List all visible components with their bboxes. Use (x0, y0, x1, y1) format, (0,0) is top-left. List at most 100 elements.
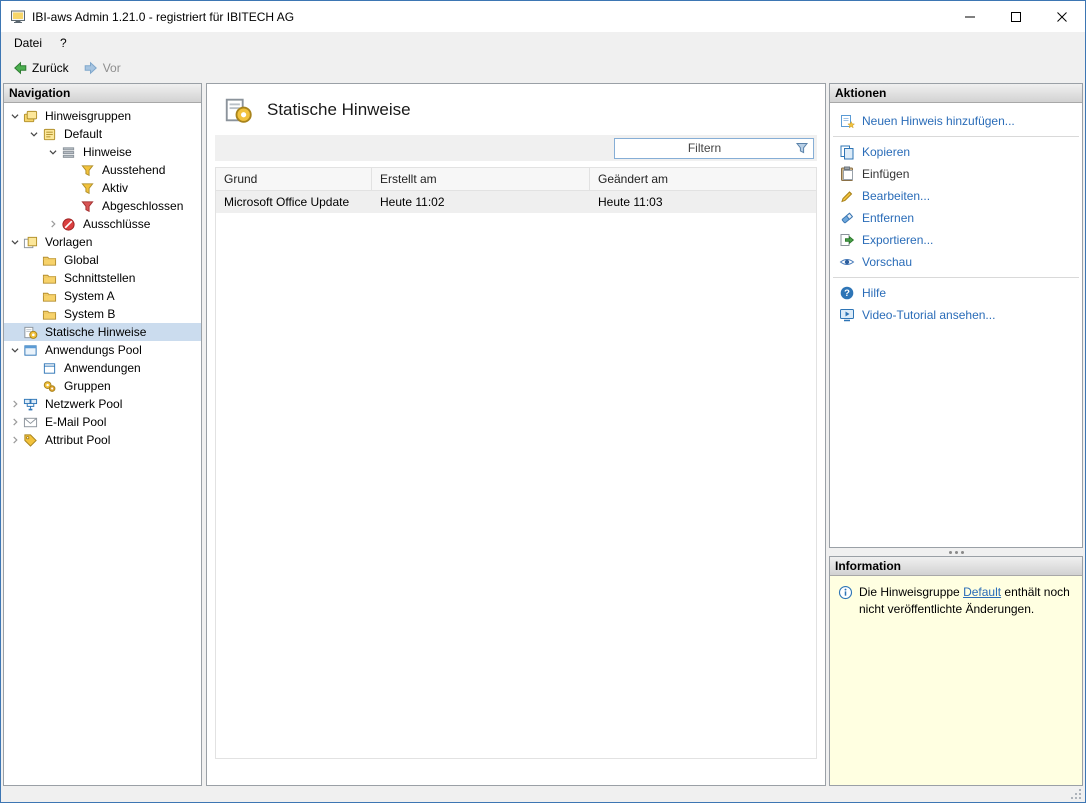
resize-grip-icon[interactable] (1070, 788, 1082, 800)
twisty-spacer (65, 163, 79, 177)
chevron-down-icon[interactable] (8, 109, 22, 123)
tree-item-global[interactable]: Global (4, 251, 201, 269)
tree-item-hinweisgruppen[interactable]: Hinweisgruppen (4, 107, 201, 125)
tree-item-label: Aktiv (99, 181, 131, 195)
tree-item-label: Hinweisgruppen (42, 109, 134, 123)
filter-box (614, 138, 814, 159)
table-row[interactable]: Microsoft Office UpdateHeute 11:02Heute … (216, 191, 816, 213)
tree-item-system-a[interactable]: System A (4, 287, 201, 305)
action-label: Einfügen (862, 167, 909, 181)
tree-item-ausschlusse[interactable]: Ausschlüsse (4, 215, 201, 233)
minimize-button[interactable] (947, 1, 993, 32)
action-vorschau[interactable]: Vorschau (830, 251, 1082, 273)
twisty-spacer (27, 289, 41, 303)
menu-item-datei[interactable]: Datei (5, 33, 51, 53)
chevron-right-icon[interactable] (8, 433, 22, 447)
tree-item-hinweise[interactable]: Hinweise (4, 143, 201, 161)
action-kopieren[interactable]: Kopieren (830, 141, 1082, 163)
twisty-spacer (65, 199, 79, 213)
tree-item-label: Netzwerk Pool (42, 397, 125, 411)
action-label: Hilfe (862, 286, 886, 300)
table-body: Microsoft Office UpdateHeute 11:02Heute … (216, 191, 816, 213)
tree-item-anwendungs-pool[interactable]: Anwendungs Pool (4, 341, 201, 359)
forward-button[interactable]: Vor (77, 58, 127, 78)
tree-item-label: Ausstehend (99, 163, 168, 177)
chevron-down-icon[interactable] (46, 145, 60, 159)
folder-icon (42, 271, 57, 286)
chevron-right-icon[interactable] (46, 217, 60, 231)
back-button[interactable]: Zurück (6, 58, 75, 78)
chevron-right-icon[interactable] (8, 397, 22, 411)
action-label: Neuen Hinweis hinzufügen... (862, 114, 1015, 128)
main-panel: Statische Hinweise GrundErstellt amGeänd… (206, 83, 826, 786)
tree-item-system-b[interactable]: System B (4, 305, 201, 323)
actions-list: Neuen Hinweis hinzufügen... Kopieren Einfü… (830, 103, 1082, 326)
information-panel: Information Die Hinweisgruppe Default en… (829, 556, 1083, 786)
tree-item-abgeschlossen[interactable]: Abgeschlossen (4, 197, 201, 215)
action-label: Vorschau (862, 255, 912, 269)
export-icon (839, 232, 855, 248)
folder-icon (42, 307, 57, 322)
tree-item-anwendungen[interactable]: Anwendungen (4, 359, 201, 377)
action-video-tutorial-ansehen[interactable]: Video-Tutorial ansehen... (830, 304, 1082, 326)
funnel-red-icon (80, 199, 95, 214)
forward-button-label: Vor (103, 61, 121, 75)
table-header-row: GrundErstellt amGeändert am (216, 168, 816, 191)
tree-item-label: Hinweise (80, 145, 135, 159)
back-arrow-icon (12, 60, 28, 76)
page-title: Statische Hinweise (267, 100, 411, 120)
tree-item-vorlagen[interactable]: Vorlagen (4, 233, 201, 251)
content-area: Navigation Hinweisgruppen Default Hinweise… (1, 81, 1085, 786)
templates-icon (23, 235, 38, 250)
filter-input[interactable] (615, 141, 794, 155)
chevron-down-icon[interactable] (27, 127, 41, 141)
action-entfernen[interactable]: Entfernen (830, 207, 1082, 229)
chevron-down-icon[interactable] (8, 343, 22, 357)
tree-item-attribut-pool[interactable]: Attribut Pool (4, 431, 201, 449)
tree-item-default[interactable]: Default (4, 125, 201, 143)
filter-funnel-icon[interactable] (794, 140, 810, 156)
navigation-tree: Hinweisgruppen Default Hinweise Ausstehend A… (4, 103, 201, 785)
actions-separator (833, 136, 1079, 137)
action-neuen-hinweis-hinzufugen[interactable]: Neuen Hinweis hinzufügen... (830, 110, 1082, 132)
column-header-grund[interactable]: Grund (216, 168, 372, 190)
mail-icon (23, 415, 38, 430)
chevron-right-icon[interactable] (8, 415, 22, 429)
table-cell: Microsoft Office Update (216, 191, 372, 213)
column-header-erstellt-am[interactable]: Erstellt am (372, 168, 590, 190)
forward-arrow-icon (83, 60, 99, 76)
tree-item-label: Anwendungen (61, 361, 144, 375)
eraser-icon (839, 210, 855, 226)
menu-item-help[interactable]: ? (51, 33, 76, 53)
close-button[interactable] (1039, 1, 1085, 32)
tree-item-label: Global (61, 253, 102, 267)
action-hilfe[interactable]: ?Hilfe (830, 282, 1082, 304)
tree-item-aktiv[interactable]: Aktiv (4, 179, 201, 197)
panel-splitter[interactable] (829, 548, 1083, 556)
tree-item-netzwerk-pool[interactable]: Netzwerk Pool (4, 395, 201, 413)
hint-group-icon (42, 127, 57, 142)
action-label: Video-Tutorial ansehen... (862, 308, 995, 322)
chevron-down-icon[interactable] (8, 235, 22, 249)
default-group-link[interactable]: Default (963, 585, 1001, 599)
tree-item-schnittstellen[interactable]: Schnittstellen (4, 269, 201, 287)
tree-item-e-mail-pool[interactable]: E-Mail Pool (4, 413, 201, 431)
navigation-panel: Navigation Hinweisgruppen Default Hinweise… (3, 83, 202, 786)
tree-item-label: Default (61, 127, 105, 141)
funnel-yellow-icon (80, 181, 95, 196)
twisty-spacer (27, 379, 41, 393)
table-cell: Heute 11:02 (372, 191, 590, 213)
tree-item-gruppen[interactable]: Gruppen (4, 377, 201, 395)
hints-table: GrundErstellt amGeändert am Microsoft Of… (215, 167, 817, 759)
paste-icon (839, 166, 855, 182)
actions-panel: Aktionen Neuen Hinweis hinzufügen...Kopi… (829, 83, 1083, 548)
tree-item-statische-hinweise[interactable]: Statische Hinweise (4, 323, 201, 341)
folder-icon (42, 289, 57, 304)
action-bearbeiten[interactable]: Bearbeiten... (830, 185, 1082, 207)
action-exportieren[interactable]: Exportieren... (830, 229, 1082, 251)
tree-item-ausstehend[interactable]: Ausstehend (4, 161, 201, 179)
maximize-button[interactable] (993, 1, 1039, 32)
column-header-geandert-am[interactable]: Geändert am (590, 168, 816, 190)
navigation-panel-header: Navigation (4, 84, 201, 103)
action-einfugen[interactable]: Einfügen (830, 163, 1082, 185)
